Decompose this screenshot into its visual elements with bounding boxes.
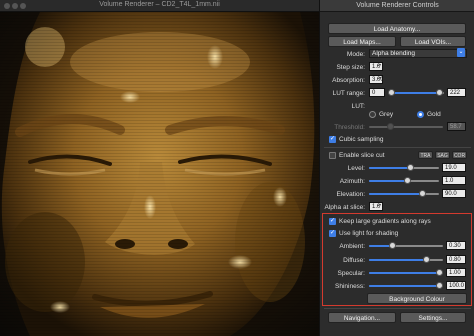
load-maps-button[interactable]: Load Maps... (328, 36, 396, 47)
app-root: Volume Renderer – CD2_T4L_1mm.nii Volume… (0, 0, 474, 336)
keep-gradients-label: Keep large gradients along rays (339, 218, 431, 225)
render-window-title: Volume Renderer – CD2_T4L_1mm.nii (99, 1, 220, 8)
cubic-sampling-checkbox[interactable] (329, 135, 336, 143)
load-vois-button[interactable]: Load VOIs... (400, 36, 466, 47)
absorption-field[interactable]: 3.00 (369, 75, 383, 84)
elevation-slider[interactable] (369, 189, 439, 198)
ambient-field[interactable]: 0.30 (446, 241, 466, 250)
diffuse-field[interactable]: 0.80 (446, 255, 466, 264)
navigation-button[interactable]: Navigation... (328, 312, 396, 323)
render-window-titlebar: Volume Renderer – CD2_T4L_1mm.nii (0, 0, 319, 12)
enable-slice-cut-checkbox[interactable] (329, 152, 336, 159)
step-size-label: Step size: (336, 64, 365, 71)
shininess-slider[interactable] (369, 281, 443, 290)
volume-render-viewport[interactable] (0, 12, 319, 336)
specular-slider[interactable] (369, 268, 443, 277)
diffuse-label: Diffuse: (343, 257, 365, 264)
lut-gold-label: Gold (427, 111, 441, 118)
azimuth-label: Azimuth: (339, 178, 365, 185)
lut-range-max-handle[interactable] (436, 89, 443, 96)
lut-range-min-field[interactable]: 0 (369, 88, 385, 97)
threshold-label: Threshold: (334, 124, 365, 131)
threshold-field: 58.7 (447, 122, 466, 131)
use-light-checkbox[interactable] (329, 229, 336, 237)
shininess-field[interactable]: 100.0 (446, 281, 466, 290)
view-tra-button[interactable]: TRA (418, 151, 433, 159)
keep-gradients-checkbox[interactable] (329, 217, 336, 225)
volume-renderer-controls-panel: Volume Renderer Controls Load Anatomy...… (319, 0, 474, 336)
level-slider[interactable] (369, 163, 439, 172)
view-sag-button[interactable]: SAG (435, 151, 450, 159)
lut-range-label: LUT range: (332, 90, 365, 97)
enable-slice-cut-label: Enable slice cut (339, 152, 385, 159)
threshold-slider (369, 122, 443, 131)
section-divider (324, 147, 471, 148)
azimuth-field[interactable]: 1.0 (442, 176, 466, 185)
lut-label: LUT: (351, 103, 365, 110)
alpha-at-slice-field[interactable]: 1.0 (369, 202, 383, 211)
rendered-head-volume (0, 12, 319, 336)
load-anatomy-button[interactable]: Load Anatomy... (328, 23, 466, 34)
alpha-at-slice-label: Alpha at slice: (324, 204, 365, 211)
azimuth-slider[interactable] (369, 176, 439, 185)
diffuse-slider[interactable] (369, 255, 443, 264)
mode-label: Mode: (346, 51, 365, 58)
volume-render-window: Volume Renderer – CD2_T4L_1mm.nii (0, 0, 319, 336)
lut-grey-label: Grey (379, 111, 394, 118)
specular-label: Specular: (337, 270, 365, 277)
use-light-label: Use light for shading (339, 230, 399, 237)
ambient-slider[interactable] (369, 241, 443, 250)
lut-range-min-handle[interactable] (388, 89, 395, 96)
mode-select[interactable]: Alpha blending (369, 48, 467, 58)
elevation-label: Elevation: (336, 191, 365, 198)
lut-grey-radio[interactable] (369, 111, 376, 118)
lut-range-max-field[interactable]: 222 (447, 88, 466, 97)
level-field[interactable]: 19.0 (442, 163, 466, 172)
settings-button[interactable]: Settings... (400, 312, 466, 323)
background-colour-button[interactable]: Background Colour (367, 293, 467, 304)
step-size-field[interactable]: 1.0 (369, 62, 383, 71)
ambient-label: Ambient: (339, 243, 365, 250)
lut-range-slider[interactable] (388, 88, 444, 97)
panel-title: Volume Renderer Controls (320, 0, 474, 12)
level-label: Level: (347, 165, 365, 172)
lut-gold-radio[interactable] (417, 111, 424, 118)
bottom-divider (324, 308, 471, 309)
shininess-label: Shininess: (335, 283, 365, 290)
view-cor-button[interactable]: COR (452, 151, 467, 159)
absorption-label: Absorption: (332, 77, 365, 84)
specular-field[interactable]: 1.00 (446, 268, 466, 277)
elevation-field[interactable]: 90.0 (442, 189, 466, 198)
cubic-sampling-label: Cubic sampling (339, 136, 384, 143)
